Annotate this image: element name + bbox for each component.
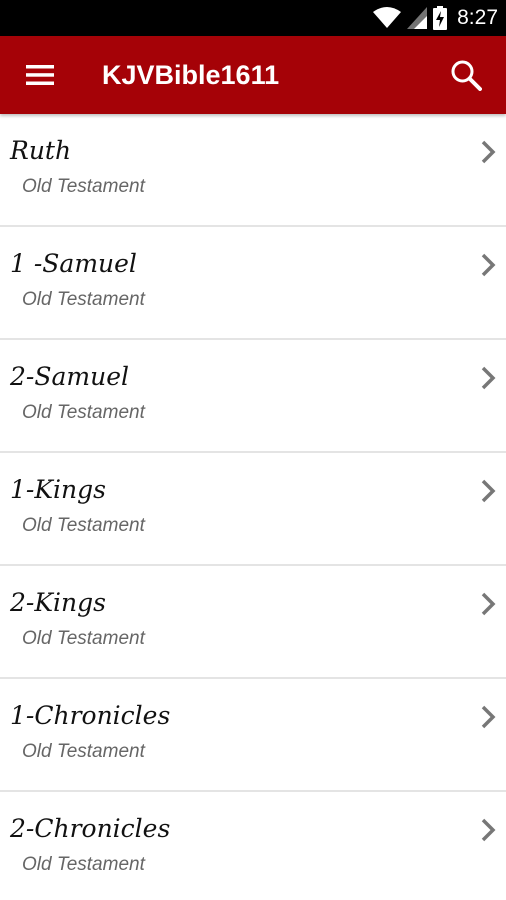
list-item[interactable]: Ruth Old Testament xyxy=(0,114,506,227)
book-list: Ruth Old Testament 1 -Samuel Old Testame… xyxy=(0,114,506,900)
chevron-right-icon xyxy=(481,705,496,729)
status-time: 8:27 xyxy=(457,6,498,29)
book-testament: Old Testament xyxy=(22,402,145,423)
list-item[interactable]: 1-Chronicles Old Testament xyxy=(0,679,506,792)
chevron-right-icon xyxy=(481,140,496,164)
chevron-right-icon xyxy=(481,818,496,842)
book-name: 1 -Samuel xyxy=(10,249,137,278)
list-item[interactable]: 1-Kings Old Testament xyxy=(0,453,506,566)
search-button[interactable] xyxy=(426,36,506,114)
book-name: 1-Kings xyxy=(10,475,106,504)
chevron-right-icon xyxy=(481,366,496,390)
app-title: KJVBible1611 xyxy=(102,59,280,90)
search-icon xyxy=(451,60,482,91)
wifi-icon xyxy=(373,7,402,28)
hamburger-menu-icon xyxy=(26,65,54,85)
chevron-right-icon xyxy=(481,592,496,616)
list-item[interactable]: 1 -Samuel Old Testament xyxy=(0,227,506,340)
list-item[interactable]: 2-Kings Old Testament xyxy=(0,566,506,679)
cell-signal-icon xyxy=(407,7,428,29)
book-name: 2-Kings xyxy=(10,588,106,617)
book-testament: Old Testament xyxy=(22,628,145,649)
book-name: 2-Samuel xyxy=(10,362,129,391)
book-testament: Old Testament xyxy=(22,515,145,536)
list-item[interactable]: 2-Chronicles Old Testament xyxy=(0,792,506,900)
book-testament: Old Testament xyxy=(22,741,145,762)
chevron-right-icon xyxy=(481,253,496,277)
book-testament: Old Testament xyxy=(22,176,145,197)
menu-button[interactable] xyxy=(0,36,80,114)
book-name: Ruth xyxy=(10,136,72,165)
chevron-right-icon xyxy=(481,479,496,503)
status-bar: 8:27 xyxy=(0,0,506,36)
book-testament: Old Testament xyxy=(22,289,145,310)
app-bar: KJVBible1611 xyxy=(0,36,506,114)
book-name: 1-Chronicles xyxy=(10,701,171,730)
book-testament: Old Testament xyxy=(22,854,145,875)
book-name: 2-Chronicles xyxy=(10,814,171,843)
battery-charging-icon xyxy=(433,6,448,30)
list-item[interactable]: 2-Samuel Old Testament xyxy=(0,340,506,453)
